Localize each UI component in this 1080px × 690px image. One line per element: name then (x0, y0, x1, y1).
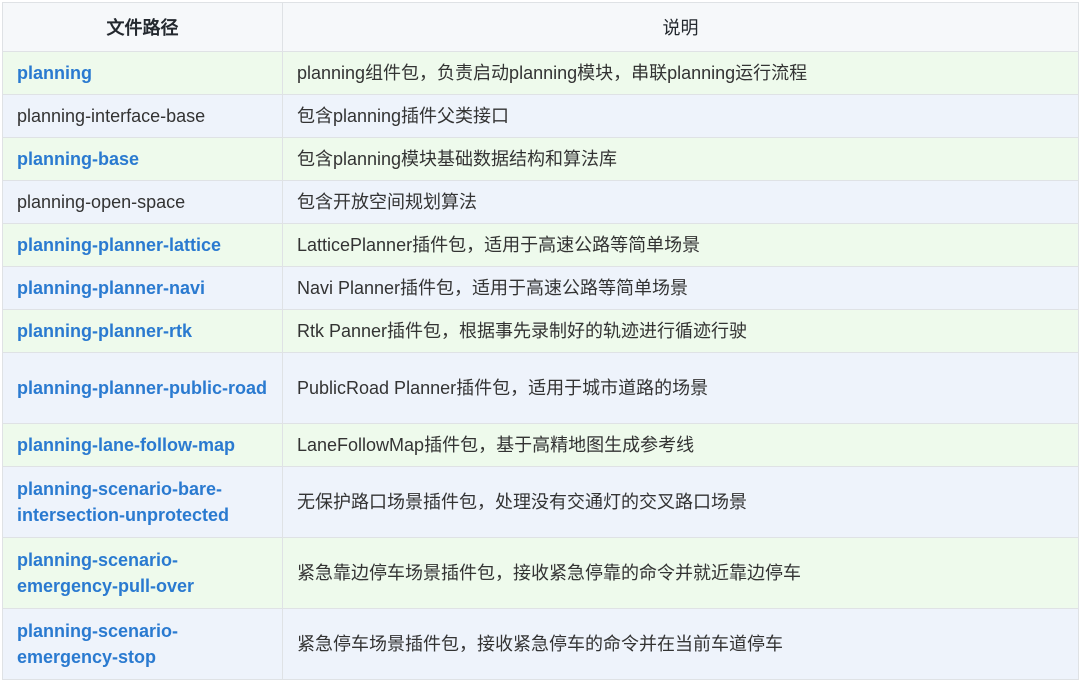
file-table-container: 文件路径 说明 planning planning组件包，负责启动plannin… (2, 2, 1079, 680)
path-cell: planning (2, 51, 283, 95)
path-cell: planning-planner-lattice (2, 223, 283, 267)
table-row: planning-open-space 包含开放空间规划算法 (2, 180, 1079, 224)
table-row: planning-planner-rtk Rtk Panner插件包，根据事先录… (2, 309, 1079, 353)
table-row: planning-planner-navi Navi Planner插件包，适用… (2, 266, 1079, 310)
table-row: planning-scenario-emergency-stop 紧急停车场景插… (2, 608, 1079, 680)
description-cell: 紧急停车场景插件包，接收紧急停车的命令并在当前车道停车 (282, 608, 1079, 680)
description-cell: 包含开放空间规划算法 (282, 180, 1079, 224)
description-cell: 紧急靠边停车场景插件包，接收紧急停靠的命令并就近靠边停车 (282, 537, 1079, 609)
path-cell: planning-scenario-emergency-pull-over (2, 537, 283, 609)
description-cell: Rtk Panner插件包，根据事先录制好的轨迹进行循迹行驶 (282, 309, 1079, 353)
description-cell: 无保护路口场景插件包，处理没有交通灯的交叉路口场景 (282, 466, 1079, 538)
file-table: 文件路径 说明 planning planning组件包，负责启动plannin… (2, 2, 1079, 680)
table-row: planning-scenario-emergency-pull-over 紧急… (2, 537, 1079, 609)
path-cell: planning-base (2, 137, 283, 181)
table-row: planning-planner-public-road PublicRoad … (2, 352, 1079, 424)
table-row: planning-scenario-bare-intersection-unpr… (2, 466, 1079, 538)
description-cell: 包含planning模块基础数据结构和算法库 (282, 137, 1079, 181)
table-row: planning-lane-follow-map LaneFollowMap插件… (2, 423, 1079, 467)
table-row: planning-base 包含planning模块基础数据结构和算法库 (2, 137, 1079, 181)
path-cell: planning-interface-base (2, 94, 283, 138)
path-cell: planning-open-space (2, 180, 283, 224)
column-header-path: 文件路径 (2, 2, 283, 52)
path-cell: planning-scenario-emergency-stop (2, 608, 283, 680)
description-cell: Navi Planner插件包，适用于高速公路等简单场景 (282, 266, 1079, 310)
description-cell: LaneFollowMap插件包，基于高精地图生成参考线 (282, 423, 1079, 467)
path-cell: planning-planner-navi (2, 266, 283, 310)
path-cell: planning-lane-follow-map (2, 423, 283, 467)
description-cell: LatticePlanner插件包，适用于高速公路等简单场景 (282, 223, 1079, 267)
description-cell: planning组件包，负责启动planning模块，串联planning运行流… (282, 51, 1079, 95)
path-cell: planning-planner-rtk (2, 309, 283, 353)
table-row: planning-interface-base 包含planning插件父类接口 (2, 94, 1079, 138)
table-row: planning-planner-lattice LatticePlanner插… (2, 223, 1079, 267)
description-cell: 包含planning插件父类接口 (282, 94, 1079, 138)
path-cell: planning-planner-public-road (2, 352, 283, 424)
path-cell: planning-scenario-bare-intersection-unpr… (2, 466, 283, 538)
table-row: planning planning组件包，负责启动planning模块，串联pl… (2, 51, 1079, 95)
description-cell: PublicRoad Planner插件包，适用于城市道路的场景 (282, 352, 1079, 424)
column-header-description: 说明 (282, 2, 1079, 52)
table-header-row: 文件路径 说明 (2, 2, 1079, 52)
